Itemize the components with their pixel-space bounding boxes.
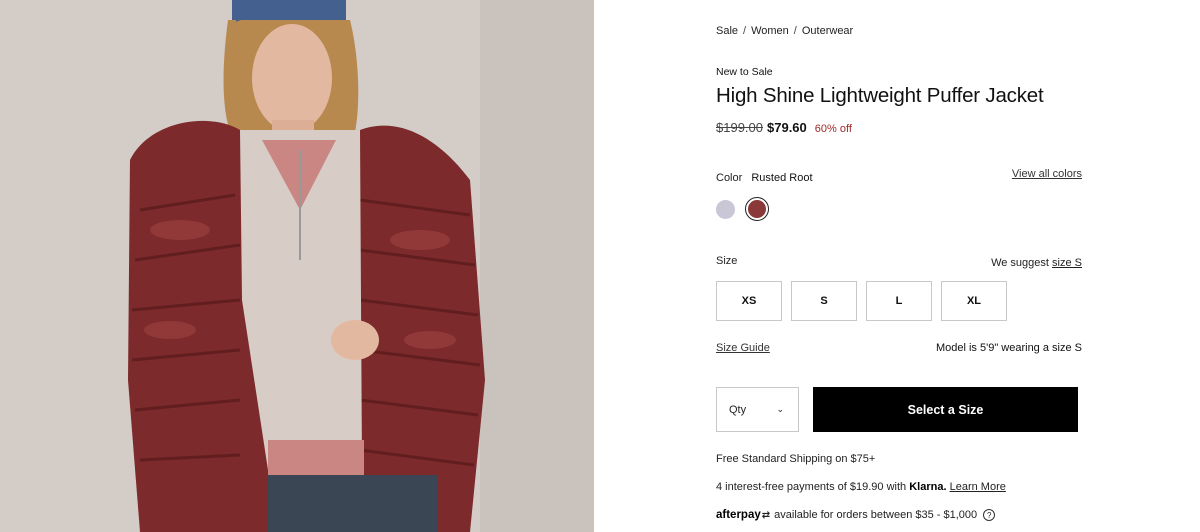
size-label: Size xyxy=(716,255,738,267)
size-options: XS S L XL xyxy=(716,281,1007,321)
size-option-l[interactable]: L xyxy=(866,281,932,321)
suggested-size-link[interactable]: size S xyxy=(1052,257,1082,269)
klarna-info: 4 interest-free payments of $19.90 with … xyxy=(716,481,1006,493)
breadcrumb-separator: / xyxy=(743,25,747,37)
discount-label: 60% off xyxy=(814,123,852,135)
product-image xyxy=(0,0,594,532)
price-row: $199.00 $79.60 60% off xyxy=(716,120,852,135)
original-price: $199.00 xyxy=(716,120,763,135)
selected-color-name: Rusted Root xyxy=(751,172,813,184)
klarna-text: 4 interest-free payments of $19.90 with xyxy=(716,481,907,493)
klarna-logo: Klarna. xyxy=(909,481,947,493)
klarna-learn-more-link[interactable]: Learn More xyxy=(950,481,1006,493)
color-label: Color xyxy=(716,172,743,184)
size-option-xl[interactable]: XL xyxy=(941,281,1007,321)
color-swatches xyxy=(716,197,769,221)
breadcrumb: Sale / Women / Outerwear xyxy=(716,25,853,37)
size-suggestion-prefix: We suggest xyxy=(991,257,1049,269)
swatch-lavender[interactable] xyxy=(716,199,735,219)
size-option-s[interactable]: S xyxy=(791,281,857,321)
size-option-xs[interactable]: XS xyxy=(716,281,782,321)
new-to-sale-badge: New to Sale xyxy=(716,66,773,78)
afterpay-text: available for orders between $35 - $1,00… xyxy=(774,509,978,521)
sale-price: $79.60 xyxy=(767,120,807,135)
product-photo-illustration xyxy=(0,0,594,532)
select-size-button[interactable]: Select a Size xyxy=(813,387,1078,432)
afterpay-arrows-icon: ⇄ xyxy=(761,509,771,521)
color-row: Color Rusted Root View all colors xyxy=(716,168,1082,184)
product-title: High Shine Lightweight Puffer Jacket xyxy=(716,84,1044,107)
chevron-down-icon: ⌄ xyxy=(776,404,784,414)
breadcrumb-separator: / xyxy=(793,25,797,37)
size-guide-row: Size Guide Model is 5'9" wearing a size … xyxy=(716,342,1082,354)
swatch-rusted-root-selected[interactable] xyxy=(745,197,769,221)
breadcrumb-outerwear[interactable]: Outerwear xyxy=(802,25,853,37)
quantity-select[interactable]: Qty ⌄ xyxy=(716,387,799,432)
swatch-rusted-root xyxy=(748,200,766,218)
quantity-label: Qty xyxy=(729,403,747,416)
breadcrumb-sale[interactable]: Sale xyxy=(716,25,738,37)
breadcrumb-women[interactable]: Women xyxy=(751,25,789,37)
size-suggestion: We suggest size S xyxy=(991,257,1082,269)
shipping-info: Free Standard Shipping on $75+ xyxy=(716,453,876,465)
afterpay-info: afterpay ⇄ available for orders between … xyxy=(716,509,996,521)
model-size-note: Model is 5'9" wearing a size S xyxy=(935,342,1082,354)
size-row: Size We suggest size S xyxy=(716,255,1082,269)
purchase-row: Qty ⌄ Select a Size xyxy=(716,387,1078,432)
info-icon[interactable]: ? xyxy=(983,509,996,521)
size-guide-link[interactable]: Size Guide xyxy=(716,342,770,354)
afterpay-logo: afterpay xyxy=(716,509,761,521)
view-all-colors-link[interactable]: View all colors xyxy=(1012,168,1082,180)
product-details-panel: Sale / Women / Outerwear New to Sale Hig… xyxy=(716,0,1082,532)
